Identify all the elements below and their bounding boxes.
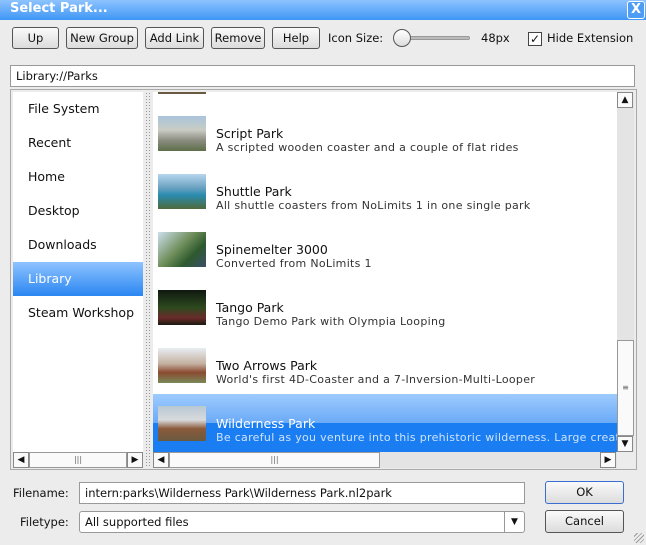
park-name: Two Arrows Park <box>216 358 318 373</box>
park-name: Spinemelter 3000 <box>216 242 328 257</box>
scrollbar-thumb[interactable]: ≡ <box>617 340 634 436</box>
list-item-selected[interactable]: Wilderness Park Be careful as you venture… <box>153 394 617 452</box>
close-button[interactable]: X <box>627 1 645 19</box>
new-group-button[interactable]: New Group <box>66 27 138 49</box>
park-thumbnail <box>158 406 206 441</box>
park-description: Tango Demo Park with Olympia Looping <box>216 315 446 328</box>
park-thumbnail <box>158 348 206 383</box>
path-input[interactable]: Library://Parks <box>10 65 635 87</box>
list-item[interactable]: Script Park A scripted wooden coaster and… <box>153 104 617 162</box>
scroll-left-icon[interactable]: ◀ <box>13 452 29 468</box>
scroll-left-icon[interactable]: ◀ <box>153 452 169 468</box>
scroll-right-icon[interactable]: ▶ <box>600 452 616 468</box>
title-bar: Select Park... X <box>0 0 646 20</box>
list-item[interactable]: Tango Park Tango Demo Park with Olympia L… <box>153 278 617 336</box>
park-thumbnail <box>158 174 206 209</box>
park-name: Script Park <box>216 126 284 141</box>
list-vscrollbar[interactable]: ▲ ≡ ▼ <box>617 92 634 452</box>
sidebar-item-file-system[interactable]: File System <box>13 92 143 126</box>
filetype-select[interactable]: All supported files ▼ <box>79 511 525 533</box>
filename-input[interactable]: intern:parks\Wilderness Park\Wilderness … <box>79 482 525 504</box>
filename-label: Filename: <box>13 486 69 500</box>
icon-size-label: Icon Size: <box>328 31 384 45</box>
scroll-up-icon[interactable]: ▲ <box>617 92 633 108</box>
icon-size-value: 48px <box>481 31 510 45</box>
park-description: Be careful as you venture into this preh… <box>216 431 617 444</box>
park-name: Tango Park <box>216 300 284 315</box>
park-thumbnail <box>158 232 206 267</box>
scroll-down-icon[interactable]: ▼ <box>617 436 633 452</box>
sidebar-item-desktop[interactable]: Desktop <box>13 194 143 228</box>
icon-size-slider-handle[interactable] <box>393 29 411 47</box>
hide-extension-checkbox[interactable]: ✓ <box>528 32 542 46</box>
sidebar-item-steam-workshop[interactable]: Steam Workshop <box>13 296 143 330</box>
scrollbar-thumb[interactable]: ||| <box>169 452 380 468</box>
sidebar-item-home[interactable]: Home <box>13 160 143 194</box>
scroll-right-icon[interactable]: ▶ <box>127 452 143 468</box>
remove-button[interactable]: Remove <box>211 27 265 49</box>
resize-grip-icon[interactable] <box>634 533 644 543</box>
up-button[interactable]: Up <box>12 27 59 49</box>
ok-button[interactable]: OK <box>545 481 624 504</box>
filetype-label: Filetype: <box>20 515 69 529</box>
park-thumbnail <box>158 116 206 151</box>
park-description: Converted from NoLimits 1 <box>216 257 372 270</box>
add-link-button[interactable]: Add Link <box>145 27 204 49</box>
sidebar-item-recent[interactable]: Recent <box>13 126 143 160</box>
park-name: Wilderness Park <box>216 416 316 431</box>
chevron-down-icon[interactable]: ▼ <box>504 512 524 532</box>
cancel-button[interactable]: Cancel <box>545 510 624 533</box>
park-description: A scripted wooden coaster and a couple o… <box>216 141 519 154</box>
sidebar-hscrollbar[interactable]: ◀ ||| ▶ <box>13 452 143 468</box>
sidebar: File System Recent Home Desktop Download… <box>13 92 143 452</box>
sidebar-item-library[interactable]: Library <box>13 262 143 296</box>
list-item[interactable]: Two Arrows Park World's first 4D-Coaster … <box>153 336 617 394</box>
window-title: Select Park... <box>10 1 108 16</box>
hide-extension-label: Hide Extension <box>547 31 634 45</box>
help-button[interactable]: Help <box>272 27 320 49</box>
park-description: World's first 4D-Coaster and a 7-Inversi… <box>216 373 536 386</box>
list-item[interactable]: Spinemelter 3000 Converted from NoLimits … <box>153 220 617 278</box>
sidebar-item-downloads[interactable]: Downloads <box>13 228 143 262</box>
splitter-handle[interactable] <box>145 92 151 468</box>
park-name: Shuttle Park <box>216 184 292 199</box>
park-list: Script Park A scripted wooden coaster and… <box>153 92 617 452</box>
list-hscrollbar[interactable]: ◀ ||| ▶ <box>153 452 617 468</box>
park-description: All shuttle coasters from NoLimits 1 in … <box>216 199 531 212</box>
scrollbar-thumb[interactable]: ||| <box>29 452 127 468</box>
park-thumbnail <box>158 290 206 325</box>
filetype-value: All supported files <box>85 515 189 529</box>
list-item[interactable]: Shuttle Park All shuttle coasters from No… <box>153 162 617 220</box>
